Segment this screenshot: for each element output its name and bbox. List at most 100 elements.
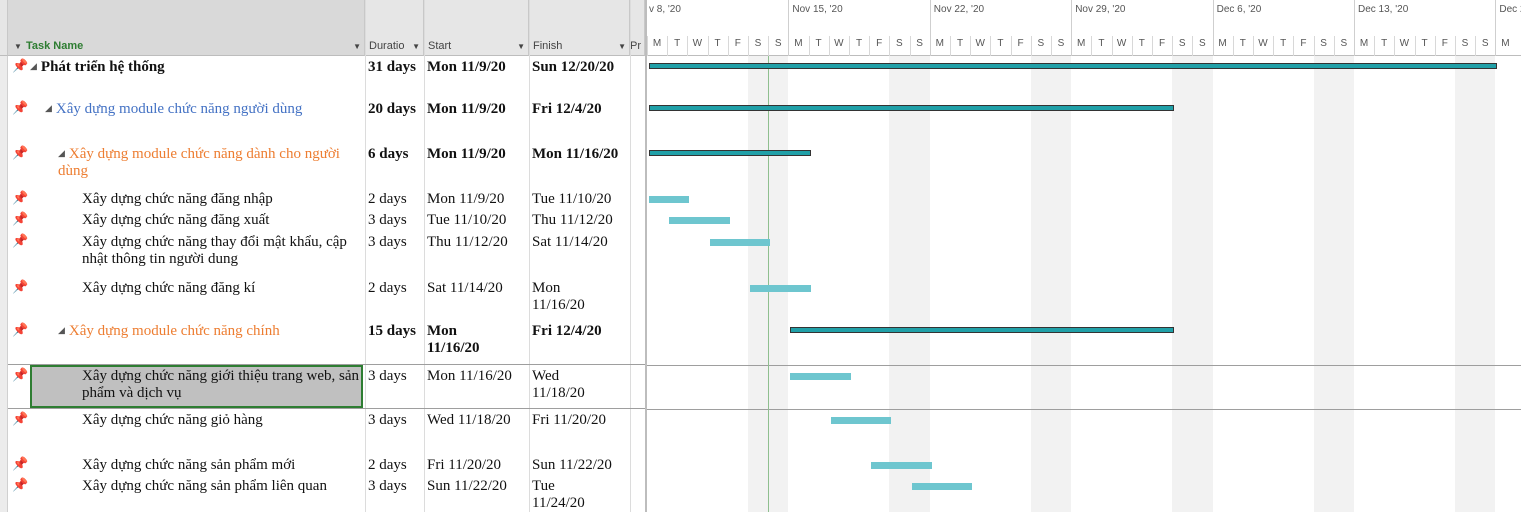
task-row[interactable]: 📌 ◢ Phát triển hệ thống 31 days Mon 11/9/… <box>0 56 645 98</box>
summary-bar[interactable] <box>649 63 1498 69</box>
task-name: Xây dựng module chức năng người dùng <box>55 101 303 117</box>
task-name: Xây dựng module chức năng chính <box>68 323 280 339</box>
day-tick <box>1253 36 1254 56</box>
pin-icon: 📌 <box>12 280 29 295</box>
task-bar[interactable] <box>790 373 851 380</box>
select-all-corner[interactable] <box>0 0 8 56</box>
day-tick <box>667 36 669 56</box>
day-tick <box>1131 36 1133 56</box>
task-name: Xây dựng chức năng thay đổi mật khẩu, cậ… <box>82 234 347 267</box>
task-row[interactable]: 📌 Xây dựng chức năng đăng kí 2 days Sat … <box>0 277 645 320</box>
task-finish: Tue 11/24/20 <box>532 478 585 511</box>
task-name: Xây dựng chức năng giới thiệu trang web,… <box>82 368 360 401</box>
summary-bar[interactable] <box>790 327 1175 333</box>
task-duration: 15 days <box>368 323 416 339</box>
task-bar[interactable] <box>911 483 973 490</box>
day-tick <box>1172 36 1174 56</box>
task-bar[interactable] <box>649 196 690 203</box>
task-start: Thu 11/12/20 <box>427 234 508 250</box>
day-label: S <box>1199 38 1206 49</box>
pin-icon: 📌 <box>12 212 29 227</box>
day-label: T <box>815 38 822 49</box>
task-start: Wed 11/18/20 <box>427 412 511 428</box>
chevron-down-icon[interactable]: ▼ <box>14 42 22 51</box>
weekend-shading <box>909 56 930 512</box>
pin-icon: 📌 <box>12 101 29 116</box>
weekend-shading <box>768 56 789 512</box>
day-label: M <box>935 38 944 49</box>
task-row[interactable]: 📌 Xây dựng chức năng thay đổi mật khẩu, … <box>0 231 645 277</box>
collapse-triangle-icon[interactable]: ◢ <box>45 104 52 114</box>
task-row[interactable]: 📌 ◢ Xây dựng module chức năng dành cho ng… <box>0 143 645 188</box>
day-label: S <box>1178 38 1186 49</box>
gantt-chart[interactable]: MTWTFSSMTWTFSSMTWTFSSMTWTFSSMTWTFSSMTWTF… <box>645 0 1521 512</box>
week-tick <box>788 0 790 56</box>
task-row[interactable]: 📌 Xây dựng chức năng giỏ hàng 3 days Wed… <box>0 409 645 454</box>
weekend-shading <box>1475 56 1496 512</box>
day-label: S <box>1481 38 1489 49</box>
chevron-down-icon[interactable]: ▼ <box>412 42 420 51</box>
task-name: Xây dựng chức năng giỏ hàng <box>82 412 263 428</box>
day-label: F <box>1017 38 1024 49</box>
task-bar[interactable] <box>750 285 811 292</box>
pin-icon: 📌 <box>12 234 29 249</box>
collapse-triangle-icon[interactable]: ◢ <box>58 149 65 159</box>
task-bar[interactable] <box>709 239 771 246</box>
task-bar[interactable] <box>830 417 892 424</box>
day-label: F <box>1441 38 1448 49</box>
day-tick <box>1273 36 1275 56</box>
day-label: M <box>1501 38 1510 49</box>
task-finish: Fri 11/20/20 <box>532 412 607 428</box>
day-tick <box>1313 36 1315 56</box>
task-duration: 3 days <box>368 478 407 494</box>
task-row[interactable]: 📌 Xây dựng chức năng đăng xuất 3 days Tu… <box>0 209 645 231</box>
column-header-predecessors[interactable]: Pr <box>630 0 645 56</box>
chevron-down-icon[interactable]: ▼ <box>618 42 626 51</box>
collapse-triangle-icon[interactable]: ◢ <box>58 326 65 336</box>
task-duration: 3 days <box>368 212 407 228</box>
task-row[interactable]: 📌 Xây dựng chức năng đăng nhập 2 days Mo… <box>0 188 645 209</box>
task-row-selected[interactable]: 📌 Xây dựng chức năng giới thiệu trang we… <box>0 365 645 409</box>
day-tick <box>647 36 648 56</box>
task-row[interactable]: 📌 ◢ Xây dựng module chức năng chính 15 da… <box>0 320 645 365</box>
day-label: T <box>1280 38 1287 49</box>
day-tick <box>889 36 891 56</box>
pin-icon: 📌 <box>12 478 29 493</box>
day-label: F <box>1158 38 1166 49</box>
summary-bar[interactable] <box>649 150 811 156</box>
summary-bar[interactable] <box>649 105 1175 111</box>
column-header-start[interactable]: Start ▼ <box>424 0 529 56</box>
task-bar[interactable] <box>669 217 730 224</box>
week-label: Nov 22, '20 <box>933 4 985 15</box>
collapse-triangle-icon[interactable]: ◢ <box>30 62 37 72</box>
column-header-finish[interactable]: Finish ▼ <box>529 0 630 56</box>
chevron-down-icon[interactable]: ▼ <box>517 42 525 51</box>
day-tick <box>1192 36 1194 56</box>
day-label: T <box>674 38 681 49</box>
task-finish: Sun 11/22/20 <box>532 457 612 473</box>
day-label: T <box>1138 38 1145 49</box>
task-row[interactable]: 📌 Xây dựng chức năng sản phẩm mới 2 days… <box>0 454 645 475</box>
task-bar[interactable] <box>871 462 932 469</box>
week-tick <box>1212 0 1214 56</box>
day-tick <box>1414 36 1416 56</box>
row-divider <box>647 409 1521 410</box>
week-label: Dec 6, '20 <box>1216 4 1262 15</box>
task-name: Xây dựng chức năng đăng xuất <box>82 212 270 228</box>
task-duration: 3 days <box>368 234 407 250</box>
week-label: v 8, '20 <box>649 4 681 15</box>
day-label: T <box>855 38 863 49</box>
day-tick <box>1030 36 1032 56</box>
day-label: T <box>1421 38 1428 49</box>
week-label: Dec 13, '20 <box>1358 4 1409 15</box>
week-tick <box>1495 0 1497 56</box>
column-header-duration[interactable]: Duratio ▼ <box>365 0 424 56</box>
column-header-task-name[interactable]: ▼ Task Name ▼ <box>8 0 365 56</box>
status-date-line <box>768 56 770 512</box>
day-label: T <box>956 38 964 49</box>
day-label: S <box>1340 38 1348 49</box>
chevron-down-icon[interactable]: ▼ <box>353 42 361 51</box>
weekend-shading <box>889 56 910 512</box>
task-row[interactable]: 📌 Xây dựng chức năng sản phẩm liên quan … <box>0 475 645 512</box>
task-row[interactable]: 📌 ◢ Xây dựng module chức năng người dùng … <box>0 98 645 143</box>
